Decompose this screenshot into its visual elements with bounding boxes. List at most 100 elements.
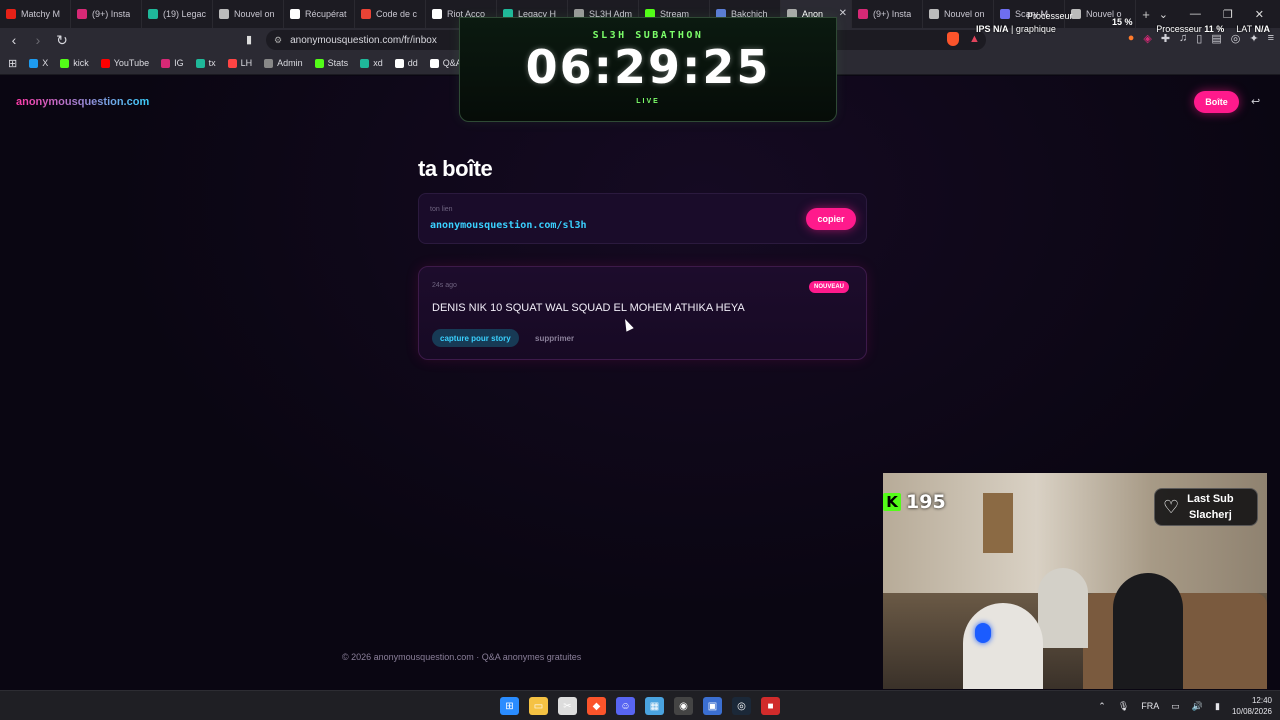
tab-title: Nouvel on: [234, 9, 275, 19]
bookmark-item[interactable]: Stats: [314, 58, 349, 68]
bookmark-label: tx: [208, 58, 216, 68]
message-time: 24s ago: [432, 282, 457, 289]
browser-tab[interactable]: (9+) Insta: [71, 0, 142, 28]
bookmark-favicon-icon: [161, 58, 171, 68]
taskbar-snipping-icon[interactable]: ✂: [558, 697, 577, 715]
bookmark-label: YouTube: [113, 58, 150, 68]
taskbar-steam-icon[interactable]: ◎: [732, 697, 751, 715]
bookmark-favicon-icon: [264, 58, 274, 68]
battery-icon[interactable]: ▮: [1215, 701, 1220, 712]
microphone-icon[interactable]: 🎙: [1118, 701, 1129, 712]
minimize-icon[interactable]: —: [1190, 8, 1201, 20]
perf-proc-label: Processeur: [1156, 24, 1202, 34]
tab-favicon-icon: [361, 9, 371, 19]
page-title: ta boîte: [418, 156, 493, 181]
bookmark-item[interactable]: kick: [60, 58, 89, 68]
bookmark-item[interactable]: Q&A: [429, 58, 462, 68]
taskbar-photos-icon[interactable]: ▦: [645, 697, 664, 715]
message-text: DENIS NIK 10 SQUAT WAL SQUAD EL MOHEM AT…: [432, 302, 745, 314]
bookmark-list: XkickYouTubeIGtxLHAdminStatsxdddQ&AK: [29, 58, 493, 68]
bookmark-favicon-icon: [29, 58, 39, 68]
bookmark-label: Stats: [327, 58, 349, 68]
taskbar-apps: ⊞ ▭ ✂ ◆ ☺ ▦ ◉ ▣ ◎ ■: [500, 697, 780, 715]
tab-title: (19) Legac: [163, 9, 206, 19]
last-sub-name: Slacherj: [1188, 509, 1232, 521]
perf-ips: IPS N/A | graphique: [976, 24, 1056, 34]
tab-title: Matchy M: [21, 9, 61, 19]
bookmark-label: kick: [73, 58, 89, 68]
tab-title: (9+) Insta: [92, 9, 131, 19]
subathon-status: LIVE: [636, 98, 660, 105]
browser-tab[interactable]: Récupérat: [284, 0, 355, 28]
headset-light: [975, 623, 991, 643]
bookmark-item[interactable]: IG: [161, 58, 184, 68]
share-link-card: ton lien anonymousquestion.com/sl3h copi…: [418, 193, 867, 244]
windows-taskbar: ⊞ ▭ ✂ ◆ ☺ ▦ ◉ ▣ ◎ ■ ⌃ 🎙 FRA ▭ 🔊 ▮ 12:40 10/08/202…: [0, 690, 1280, 720]
apps-grid-icon[interactable]: ⊞: [8, 57, 17, 70]
taskbar-file-explorer-icon[interactable]: ▭: [529, 697, 548, 715]
browser-tab[interactable]: (9+) Insta: [852, 0, 923, 28]
brave-rewards-icon[interactable]: ▲: [969, 33, 980, 45]
bookmark-item[interactable]: Admin: [264, 58, 303, 68]
browser-tab[interactable]: (19) Legac: [142, 0, 213, 28]
tab-search-icon[interactable]: ⌄: [1159, 8, 1168, 21]
reload-icon[interactable]: ↻: [52, 32, 72, 49]
last-sub-widget: ♡ Last Sub Slacherj: [1154, 488, 1258, 526]
browser-tab[interactable]: Matchy M: [0, 0, 71, 28]
taskbar-windows-start-icon[interactable]: ⊞: [500, 697, 519, 715]
restore-icon[interactable]: ❐: [1223, 8, 1233, 21]
perf-lat-label: LAT: [1236, 24, 1252, 34]
tab-favicon-icon: [432, 9, 442, 19]
message-card: 24s ago NOUVEAU DENIS NIK 10 SQUAT WAL S…: [418, 266, 867, 360]
taskbar-brave-icon[interactable]: ◆: [587, 697, 606, 715]
close-window-icon[interactable]: ✕: [1255, 8, 1264, 21]
back-icon[interactable]: ‹: [4, 32, 24, 48]
forward-icon[interactable]: ›: [28, 32, 48, 48]
screen: Matchy M (9+) Insta (19) Legac Nouvel on Réc…: [0, 0, 1280, 720]
taskbar-obs-icon[interactable]: ◉: [674, 697, 693, 715]
bookmark-label: xd: [373, 58, 383, 68]
logout-icon[interactable]: ↩: [1251, 95, 1260, 108]
language-indicator[interactable]: FRA: [1141, 701, 1159, 711]
bookmark-item[interactable]: dd: [394, 58, 418, 68]
bookmark-label: dd: [407, 58, 418, 68]
tab-title: (9+) Insta: [873, 9, 912, 19]
tray-chevron-icon[interactable]: ⌃: [1098, 701, 1106, 712]
browser-tab[interactable]: Nouvel on: [213, 0, 284, 28]
story-capture-button[interactable]: capture pour story: [432, 329, 519, 347]
close-tab-icon[interactable]: ✕: [839, 8, 847, 19]
site-info-icon[interactable]: ⚙: [274, 35, 282, 46]
bookmark-label: LH: [240, 58, 253, 68]
delete-message-button[interactable]: supprimer: [529, 329, 580, 347]
taskbar-app-red-icon[interactable]: ■: [761, 697, 780, 715]
tab-title: Code de c: [376, 9, 418, 19]
last-sub-label: Last Sub: [1187, 493, 1234, 505]
bookmark-favicon-icon: [195, 58, 205, 68]
bookmark-item[interactable]: X: [29, 58, 48, 68]
bookmark-item[interactable]: tx: [195, 58, 216, 68]
perf-proc-value: 11 %: [1204, 24, 1225, 34]
taskbar-discord-icon[interactable]: ☺: [616, 697, 635, 715]
extension-fox-icon[interactable]: ●: [1128, 32, 1135, 45]
extension-shield-icon[interactable]: ◈: [1143, 32, 1151, 45]
tab-favicon-icon: [6, 9, 16, 19]
inbox-nav-button[interactable]: Boîte: [1194, 91, 1239, 113]
share-link[interactable]: anonymousquestion.com/sl3h: [430, 220, 587, 231]
copy-link-button[interactable]: copier: [806, 208, 856, 230]
perf-lat-value: N/A: [1254, 24, 1271, 34]
bookmark-icon[interactable]: ▮: [246, 33, 252, 46]
taskbar-clock[interactable]: 12:40 10/08/2026: [1232, 695, 1272, 717]
new-tab-button[interactable]: +: [1136, 7, 1156, 22]
network-icon[interactable]: ▭: [1171, 701, 1180, 712]
taskbar-app-blue-icon[interactable]: ▣: [703, 697, 722, 715]
tab-favicon-icon: [77, 9, 87, 19]
volume-icon[interactable]: 🔊: [1192, 701, 1203, 712]
bookmark-item[interactable]: LH: [227, 58, 253, 68]
perf-ips-value: N/A: [993, 24, 1009, 34]
bookmark-item[interactable]: YouTube: [100, 58, 150, 68]
browser-tab[interactable]: Code de c: [355, 0, 426, 28]
site-logo[interactable]: anonymousquestion.com: [16, 96, 149, 108]
brave-shield-icon[interactable]: [947, 32, 959, 46]
bookmark-label: Admin: [277, 58, 303, 68]
bookmark-item[interactable]: xd: [360, 58, 383, 68]
